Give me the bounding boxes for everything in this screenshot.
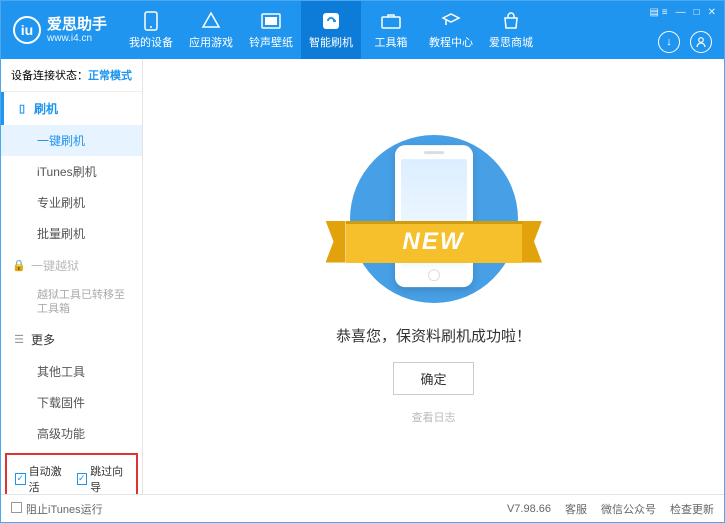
sidebar: 设备连接状态：正常模式 ▯ 刷机 一键刷机 iTunes刷机 专业刷机 批量刷机… — [1, 59, 143, 494]
section-label: 更多 — [31, 331, 55, 348]
nav-label: 铃声壁纸 — [249, 34, 293, 50]
sidebar-item-pro-flash[interactable]: 专业刷机 — [1, 187, 142, 218]
logo: iu 爱思助手 www.i4.cn — [1, 16, 121, 45]
nav-smart-flash[interactable]: 智能刷机 — [301, 1, 361, 59]
sidebar-section-flash[interactable]: ▯ 刷机 — [1, 92, 142, 125]
logo-icon: iu — [13, 16, 41, 44]
main-nav: 我的设备 应用游戏 铃声壁纸 智能刷机 工具箱 教程中心 — [121, 1, 541, 59]
nav-my-device[interactable]: 我的设备 — [121, 1, 181, 59]
nav-tutorials[interactable]: 教程中心 — [421, 1, 481, 59]
ribbon-text: NEW — [346, 221, 522, 263]
nav-apps[interactable]: 应用游戏 — [181, 1, 241, 59]
close-icon[interactable]: ✕ — [708, 7, 716, 18]
checkbox-auto-activate[interactable]: ✓自动激活 — [15, 463, 67, 494]
nav-label: 工具箱 — [375, 34, 408, 50]
app-window: iu 爱思助手 www.i4.cn 我的设备 应用游戏 铃声壁纸 智能刷机 — [0, 0, 725, 523]
nav-label: 应用游戏 — [189, 34, 233, 50]
options-highlight-box: ✓自动激活 ✓跳过向导 — [5, 453, 138, 494]
store-icon — [501, 11, 521, 31]
sidebar-item-itunes-flash[interactable]: iTunes刷机 — [1, 156, 142, 187]
nav-label: 智能刷机 — [309, 34, 353, 50]
new-ribbon: NEW — [326, 221, 542, 263]
flash-icon — [321, 11, 341, 31]
chk-label: 自动激活 — [29, 463, 67, 494]
nav-ringtones[interactable]: 铃声壁纸 — [241, 1, 301, 59]
main-content: NEW 恭喜您，保资料刷机成功啦！ 确定 查看日志 — [143, 59, 724, 494]
sidebar-item-download-fw[interactable]: 下载固件 — [1, 387, 142, 418]
sidebar-section-jailbreak: 🔒 一键越狱 — [1, 249, 142, 282]
success-illustration: NEW — [344, 129, 524, 309]
apps-icon — [201, 11, 221, 31]
minimize-icon[interactable]: — — [676, 7, 686, 18]
nav-label: 爱思商城 — [489, 34, 533, 50]
phone-icon — [141, 11, 161, 31]
ok-button[interactable]: 确定 — [393, 362, 473, 395]
download-icon[interactable]: ↓ — [658, 31, 680, 53]
conn-label: 设备连接状态： — [11, 70, 88, 82]
nav-label: 教程中心 — [429, 34, 473, 50]
toolbox-icon — [381, 11, 401, 31]
sidebar-item-advanced[interactable]: 高级功能 — [1, 418, 142, 449]
chk-label: 跳过向导 — [90, 463, 128, 494]
sidebar-section-more[interactable]: ☰ 更多 — [1, 323, 142, 356]
success-message: 恭喜您，保资料刷机成功啦！ — [336, 325, 531, 346]
phone-small-icon: ▯ — [16, 103, 28, 115]
app-header: iu 爱思助手 www.i4.cn 我的设备 应用游戏 铃声壁纸 智能刷机 — [1, 1, 724, 59]
menu-icon[interactable]: ▤ ≡ — [650, 7, 668, 18]
jailbreak-note: 越狱工具已转移至工具箱 — [1, 282, 142, 323]
nav-toolbox[interactable]: 工具箱 — [361, 1, 421, 59]
status-bar: 阻止iTunes运行 V7.98.66 客服 微信公众号 检查更新 — [1, 494, 724, 522]
wallpaper-icon — [261, 11, 281, 31]
conn-mode: 正常模式 — [88, 70, 132, 82]
sidebar-item-other-tools[interactable]: 其他工具 — [1, 356, 142, 387]
view-log-link[interactable]: 查看日志 — [412, 409, 456, 425]
connection-status: 设备连接状态：正常模式 — [1, 59, 142, 92]
lock-icon: 🔒 — [13, 260, 25, 272]
nav-label: 我的设备 — [129, 34, 173, 50]
checkbox-skip-guide[interactable]: ✓跳过向导 — [77, 463, 129, 494]
sidebar-item-oneclick-flash[interactable]: 一键刷机 — [1, 125, 142, 156]
brand-url: www.i4.cn — [47, 33, 107, 45]
header-actions: ↓ — [658, 31, 712, 53]
footer-label: 阻止iTunes运行 — [26, 504, 103, 516]
user-icon[interactable] — [690, 31, 712, 53]
footer-wechat[interactable]: 微信公众号 — [601, 501, 656, 517]
version-text: V7.98.66 — [507, 503, 551, 515]
brand-title: 爱思助手 — [47, 16, 107, 33]
footer-update[interactable]: 检查更新 — [670, 501, 714, 517]
checkbox-block-itunes[interactable]: 阻止iTunes运行 — [11, 501, 103, 517]
nav-store[interactable]: 爱思商城 — [481, 1, 541, 59]
app-body: 设备连接状态：正常模式 ▯ 刷机 一键刷机 iTunes刷机 专业刷机 批量刷机… — [1, 59, 724, 494]
sidebar-item-batch-flash[interactable]: 批量刷机 — [1, 218, 142, 249]
maximize-icon[interactable]: □ — [694, 7, 700, 18]
window-controls: ▤ ≡ — □ ✕ — [650, 7, 717, 18]
tutorial-icon — [441, 11, 461, 31]
section-label: 刷机 — [34, 100, 58, 117]
footer-service[interactable]: 客服 — [565, 501, 587, 517]
more-icon: ☰ — [13, 333, 25, 345]
section-label: 一键越狱 — [31, 257, 79, 274]
